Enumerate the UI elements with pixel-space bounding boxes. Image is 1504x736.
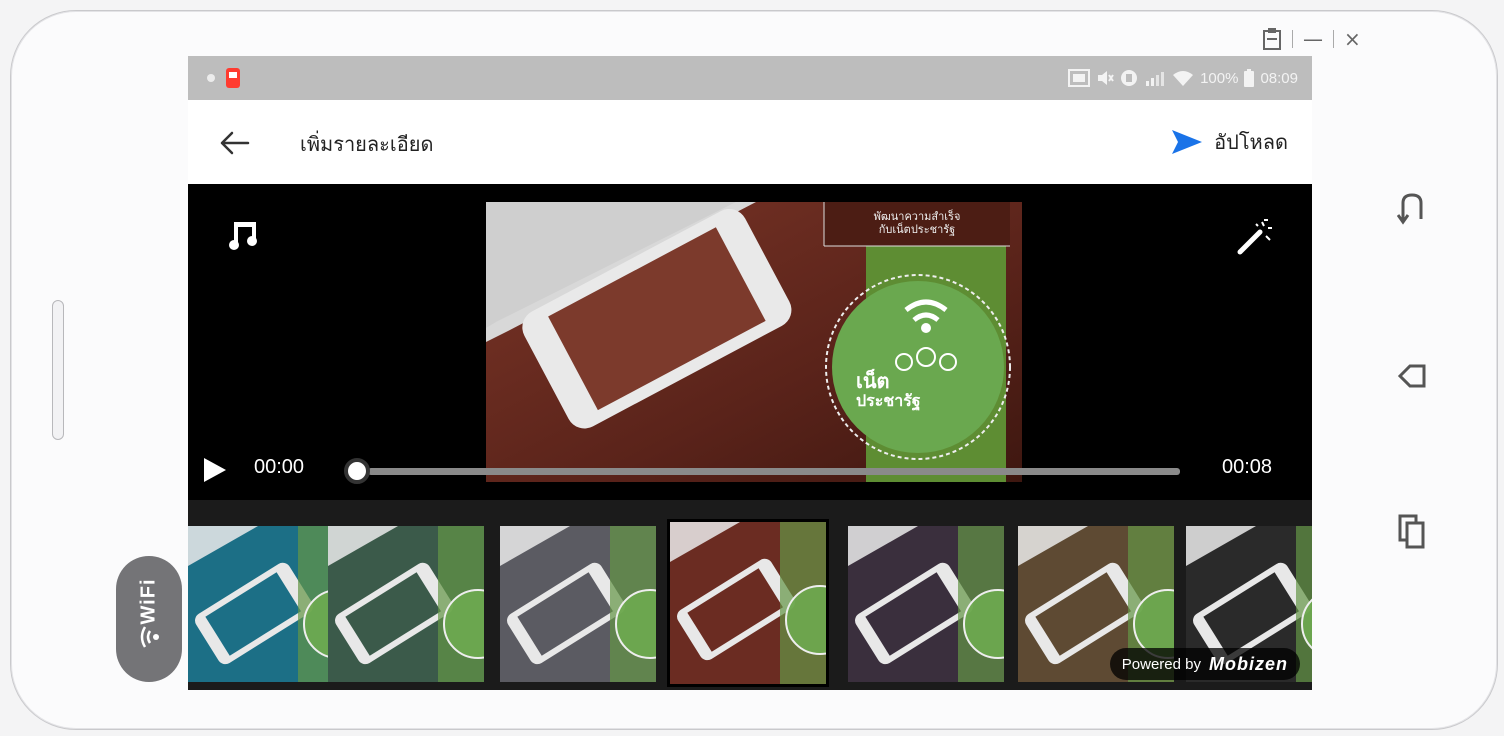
duration: 00:08: [1222, 456, 1273, 478]
mute-icon: [1098, 71, 1114, 85]
nav-recents-button[interactable]: [1392, 512, 1432, 552]
video-scene: [486, 202, 1022, 482]
video-overlay-line2: กับเน็ตประชารัฐ: [878, 223, 956, 236]
current-time: 00:00: [254, 456, 305, 478]
status-time: 08:09: [1260, 69, 1298, 87]
control-separator: [1292, 30, 1293, 48]
control-separator: [1333, 30, 1334, 48]
minimize-button[interactable]: —: [1303, 29, 1323, 49]
video-overlay-line1: พัฒนาความสำเร็จ: [873, 210, 961, 223]
mobizen-logo: Mobizen: [1209, 653, 1288, 674]
notification-dot-icon: [207, 74, 215, 82]
mi-app-icon: [226, 68, 240, 88]
filter-thumbnail[interactable]: [500, 526, 656, 682]
badge-line1: เน็ต: [856, 369, 890, 393]
app-bar: เพิ่มรายละเอียด อัปโหลด: [188, 100, 1312, 184]
music-icon[interactable]: [226, 218, 260, 252]
playback-controls: 00:00 00:08: [188, 450, 1312, 490]
powered-by-watermark: Powered by Mobizen: [1109, 648, 1300, 680]
nav-home-button[interactable]: [1392, 356, 1432, 396]
home-icon: [1397, 364, 1426, 388]
battery-icon: [1244, 69, 1255, 87]
phone-screen: 100% 08:09 เพิ่มรายละเอียด อัปโหลด พัฒนา…: [188, 56, 1312, 690]
badge-line2: ประชารัฐ: [856, 391, 921, 410]
battery-percent: 100%: [1200, 69, 1239, 87]
back-arrow-icon: [1397, 193, 1423, 225]
upload-button[interactable]: อัปโหลด: [1170, 122, 1288, 162]
filter-thumbnail[interactable]: [188, 526, 344, 682]
seek-bar-thumb[interactable]: [344, 458, 370, 484]
cast-icon: [1068, 69, 1091, 87]
recents-icon: [1398, 514, 1425, 549]
filter-thumbnail[interactable]: [328, 526, 484, 682]
wifi-signal-icon: [140, 625, 159, 648]
upload-label: อัปโหลด: [1214, 130, 1288, 154]
wifi-label: WiFi: [137, 577, 160, 625]
magic-wand-icon[interactable]: [1234, 218, 1274, 258]
wifi-badge[interactable]: WiFi: [116, 556, 182, 682]
play-icon[interactable]: [202, 456, 228, 484]
back-arrow-icon[interactable]: [218, 126, 252, 160]
data-icon: [1121, 70, 1138, 86]
page-title: เพิ่มรายละเอียด: [300, 132, 434, 156]
signal-icon: [1146, 72, 1165, 86]
video-player[interactable]: พัฒนาความสำเร็จ กับเน็ตประชารัฐ เน็ต ประ…: [188, 184, 1312, 500]
wifi-status-icon: [1173, 71, 1194, 86]
nav-back-button[interactable]: [1392, 188, 1432, 228]
clipboard-icon[interactable]: [1262, 27, 1282, 51]
filter-thumbnail[interactable]: [667, 519, 829, 687]
send-icon: [1172, 130, 1203, 154]
status-bar: 100% 08:09: [188, 56, 1312, 100]
phone-speaker: [52, 300, 64, 440]
close-button[interactable]: ×: [1344, 29, 1361, 49]
filter-strip: Powered by Mobizen: [188, 500, 1312, 690]
seek-bar-track[interactable]: [368, 468, 1180, 475]
filter-thumbnail[interactable]: [848, 526, 1004, 682]
video-frame: พัฒนาความสำเร็จ กับเน็ตประชารัฐ เน็ต ประ…: [486, 202, 1022, 482]
window-controls: — ×: [1262, 24, 1361, 54]
powered-by-label: Powered by: [1121, 655, 1201, 673]
